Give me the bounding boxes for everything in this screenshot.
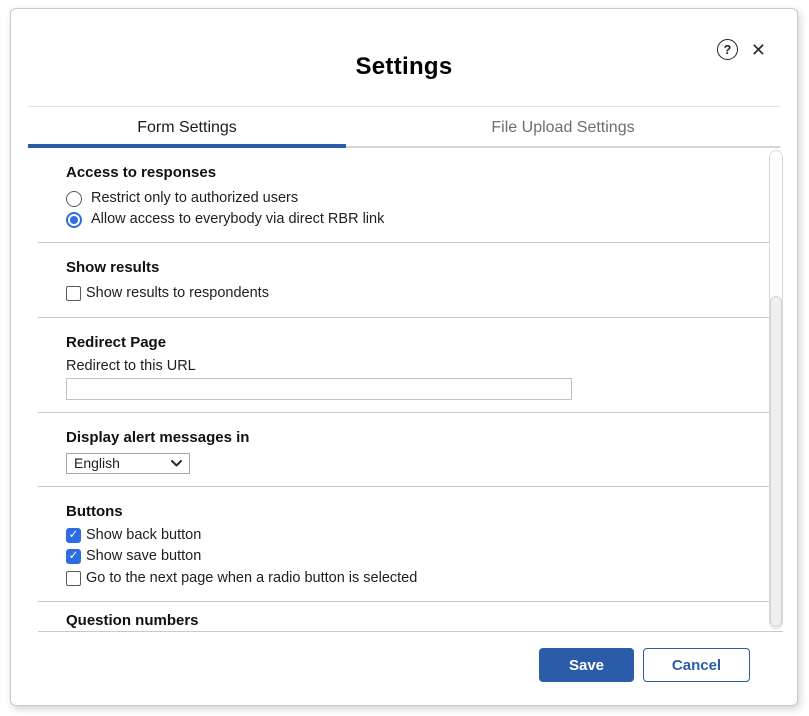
save-button[interactable]: Save xyxy=(539,648,634,682)
section-show-results: Show results ✓ Show results to responden… xyxy=(38,243,769,318)
radio-allow-everybody-rbr-link[interactable]: Allow access to everybody via direct RBR… xyxy=(66,209,749,230)
radio-icon[interactable] xyxy=(66,212,82,228)
section-redirect-page: Redirect Page Redirect to this URL xyxy=(38,318,769,413)
scrollbar[interactable] xyxy=(769,150,783,629)
checkbox-icon[interactable]: ✓ xyxy=(66,286,81,301)
scrollbar-thumb[interactable] xyxy=(770,296,782,627)
alert-language-select[interactable]: English xyxy=(66,453,190,474)
checkmark-icon: ✓ xyxy=(69,551,79,563)
checkbox-icon[interactable]: ✓ xyxy=(66,528,81,543)
section-heading: Access to responses xyxy=(66,164,749,181)
radio-dot xyxy=(70,216,78,224)
radio-label: Allow access to everybody via direct RBR… xyxy=(91,209,384,230)
section-display-alert-messages: Display alert messages in English xyxy=(38,413,769,487)
tab-form-settings[interactable]: Form Settings xyxy=(28,107,346,148)
settings-dialog: Settings ? ✕ Form Settings File Upload S… xyxy=(10,8,798,706)
section-buttons: Buttons ✓ Show back button ✓ Show save b… xyxy=(38,487,769,603)
section-question-numbers: Question numbers xyxy=(38,602,769,631)
checkbox-label: Show results to respondents xyxy=(86,283,269,305)
checkbox-label: Show back button xyxy=(86,525,201,547)
page-title: Settings xyxy=(11,9,797,81)
settings-body: Access to responses Restrict only to aut… xyxy=(38,148,783,632)
radio-dot xyxy=(70,195,78,203)
checkbox-next-page-on-radio-select[interactable]: ✓ Go to the next page when a radio butto… xyxy=(66,568,749,590)
checkbox-label: Show save button xyxy=(86,546,201,568)
radio-label: Restrict only to authorized users xyxy=(91,188,298,209)
redirect-url-input[interactable] xyxy=(66,378,572,400)
redirect-url-label: Redirect to this URL xyxy=(66,358,749,374)
section-heading: Question numbers xyxy=(66,612,749,629)
header-icons: ? ✕ xyxy=(717,39,766,60)
radio-icon[interactable] xyxy=(66,191,82,207)
checkbox-label: Go to the next page when a radio button … xyxy=(86,568,417,590)
checkbox-icon[interactable]: ✓ xyxy=(66,571,81,586)
cancel-button[interactable]: Cancel xyxy=(643,648,750,682)
checkbox-show-results-to-respondents[interactable]: ✓ Show results to respondents xyxy=(66,283,749,305)
section-heading: Show results xyxy=(66,259,749,276)
help-icon[interactable]: ? xyxy=(717,39,738,60)
close-icon[interactable]: ✕ xyxy=(751,41,766,59)
chevron-down-icon xyxy=(171,460,182,467)
checkbox-show-back-button[interactable]: ✓ Show back button xyxy=(66,525,749,547)
settings-scroll-area: Access to responses Restrict only to aut… xyxy=(38,148,769,631)
dialog-footer: Save Cancel xyxy=(11,632,797,682)
alert-language-selected-value: English xyxy=(74,455,120,471)
tab-file-upload-settings-label: File Upload Settings xyxy=(491,119,634,137)
tab-form-settings-label: Form Settings xyxy=(137,119,237,137)
checkmark-icon: ✓ xyxy=(69,530,79,542)
checkbox-show-save-button[interactable]: ✓ Show save button xyxy=(66,546,749,568)
section-heading: Display alert messages in xyxy=(66,429,749,446)
section-heading: Buttons xyxy=(66,503,749,520)
radio-restrict-authorized-users[interactable]: Restrict only to authorized users xyxy=(66,188,749,209)
dialog-header: Settings ? ✕ xyxy=(11,9,797,106)
checkbox-icon[interactable]: ✓ xyxy=(66,549,81,564)
section-access-to-responses: Access to responses Restrict only to aut… xyxy=(38,148,769,243)
section-heading: Redirect Page xyxy=(66,334,749,351)
tab-bar: Form Settings File Upload Settings xyxy=(28,106,780,148)
tab-file-upload-settings[interactable]: File Upload Settings xyxy=(346,107,780,148)
